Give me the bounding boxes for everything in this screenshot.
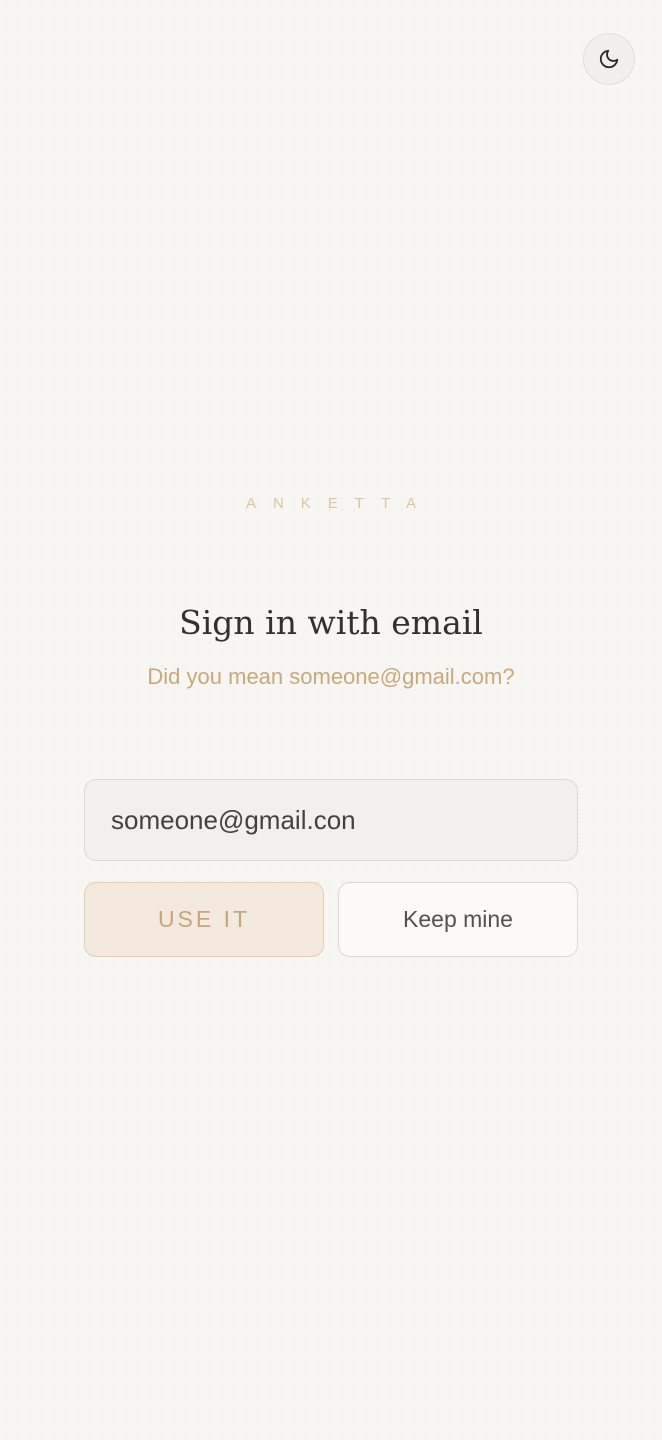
theme-toggle-button[interactable] [583,33,635,85]
use-suggestion-button[interactable]: USE IT [84,882,324,957]
keep-mine-button[interactable]: Keep mine [338,882,578,957]
moon-icon [599,49,619,69]
email-input[interactable] [84,779,578,861]
brand-wordmark: ANKETTA [245,495,434,512]
email-suggestion-text: Did you mean someone@gmail.com? [147,664,515,689]
page-title: Sign in with email [179,603,483,642]
